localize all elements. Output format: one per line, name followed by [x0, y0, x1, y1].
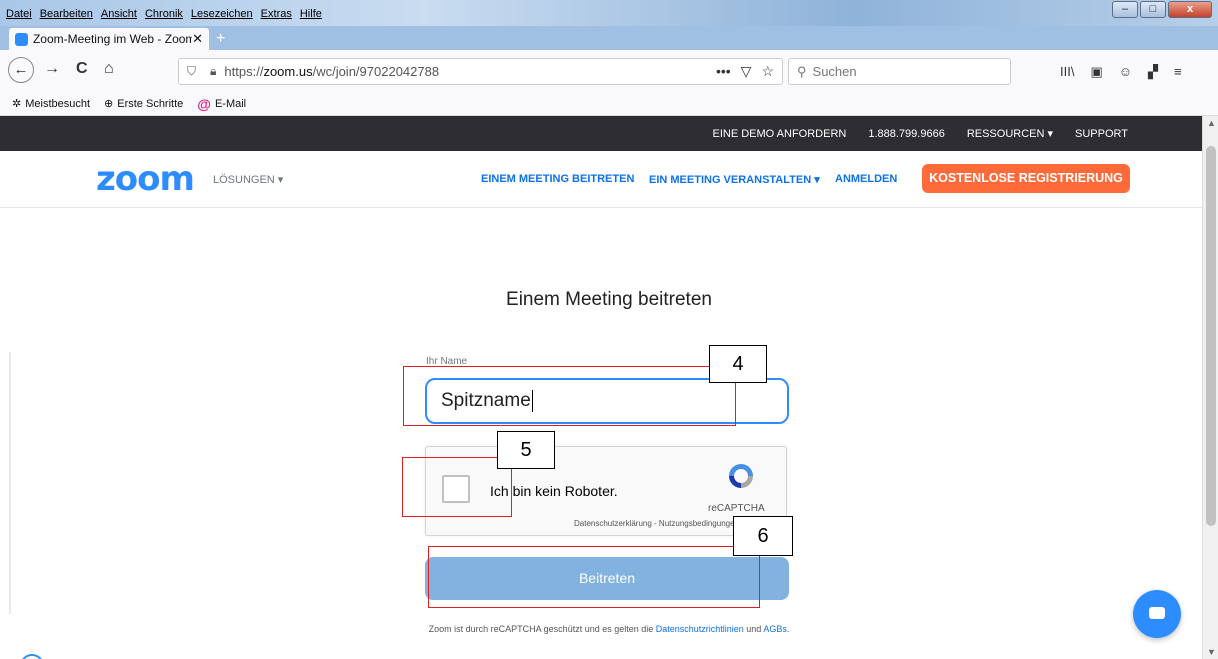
menu-bar: Datei Bearbeiten Ansicht Chronik Lesezei…: [6, 8, 322, 20]
globe-icon: ⊕: [104, 98, 114, 110]
library-icon[interactable]: III\: [1060, 64, 1074, 80]
zoom-page: EINE DEMO ANFORDERN 1.888.799.9666 RESSO…: [0, 116, 1202, 659]
search-placeholder: Suchen: [812, 64, 857, 79]
title-bar: Datei Bearbeiten Ansicht Chronik Lesezei…: [0, 0, 1218, 26]
window-controls: – □ x: [1112, 1, 1212, 18]
annotation-box-6: [428, 546, 760, 608]
lock-icon[interactable]: 🔒︎: [210, 64, 216, 79]
tab-zoom-meeting[interactable]: Zoom-Meeting im Web - Zoom ✕: [9, 28, 209, 50]
menu-chronik[interactable]: Chronik: [145, 8, 183, 20]
annotation-label-6: 6: [733, 516, 793, 556]
menu-bearbeiten[interactable]: Bearbeiten: [40, 8, 93, 20]
nav-toolbar: ← → C ⌂ ⛉ 🔒︎ https://zoom.us/wc/join/970…: [0, 50, 1218, 92]
tracking-shield-icon[interactable]: ⛉: [187, 64, 196, 79]
pocket-icon[interactable]: ▽: [741, 63, 752, 80]
minimize-button[interactable]: –: [1112, 1, 1138, 18]
new-tab-button[interactable]: +: [216, 30, 225, 48]
join-meeting-link[interactable]: EINEM MEETING BEITRETEN: [481, 173, 634, 185]
scrollbar-thumb[interactable]: [1206, 146, 1216, 526]
url-text[interactable]: https://zoom.us/wc/join/97022042788: [224, 64, 439, 79]
annotation-label-5: 5: [497, 431, 555, 469]
left-divider: [9, 352, 11, 614]
annotation-label-4: 4: [709, 345, 767, 383]
page-scrollbar[interactable]: ▲ ▼: [1202, 116, 1218, 659]
sign-in-link[interactable]: ANMELDEN: [835, 173, 897, 185]
bookmarks-bar: ✲ Meistbesucht ⊕ Erste Schritte @ E-Mail: [0, 92, 1218, 116]
reload-button[interactable]: C: [76, 60, 88, 78]
tab-strip: Zoom-Meeting im Web - Zoom ✕ +: [0, 26, 1218, 50]
legal-notice: Zoom ist durch reCAPTCHA geschützt und e…: [428, 624, 790, 634]
bookmark-meistbesucht[interactable]: ✲ Meistbesucht: [12, 97, 90, 111]
menu-datei[interactable]: Datei: [6, 8, 32, 20]
hamburger-menu-icon[interactable]: ≡: [1174, 64, 1182, 80]
recaptcha-logo-icon: [729, 464, 753, 488]
tab-title: Zoom-Meeting im Web - Zoom: [32, 32, 193, 46]
zoom-header: zoom LÖSUNGEN ▾ EINEM MEETING BEITRETEN …: [0, 151, 1202, 208]
terms-link[interactable]: AGBs: [763, 624, 787, 634]
url-bar[interactable]: ⛉ 🔒︎ https://zoom.us/wc/join/97022042788…: [178, 58, 783, 85]
resources-dropdown[interactable]: RESSOURCEN ▾: [967, 127, 1053, 140]
search-input[interactable]: ⚲ Suchen: [788, 58, 1011, 85]
search-icon: ⚲: [797, 63, 807, 79]
home-button[interactable]: ⌂: [104, 60, 114, 78]
close-tab-icon[interactable]: ✕: [192, 31, 203, 47]
extension-icon[interactable]: ▞: [1148, 64, 1158, 80]
zoom-logo[interactable]: zoom: [96, 159, 195, 199]
bookmark-star-icon[interactable]: ☆: [761, 63, 774, 80]
forward-button[interactable]: →: [44, 60, 60, 78]
annotation-box-5: [402, 457, 512, 517]
close-window-button[interactable]: x: [1168, 1, 1212, 18]
back-button[interactable]: ←: [8, 57, 34, 83]
sidebar-icon[interactable]: ▣: [1090, 64, 1102, 80]
chat-button[interactable]: [1133, 590, 1181, 638]
account-icon[interactable]: ☺: [1119, 64, 1132, 80]
sign-up-button[interactable]: KOSTENLOSE REGISTRIERUNG: [922, 164, 1130, 193]
privacy-link[interactable]: Datenschutzrichtlinien: [656, 624, 744, 634]
page-actions: ••• ▽ ☆: [716, 63, 774, 80]
menu-ansicht[interactable]: Ansicht: [101, 8, 137, 20]
scroll-up-icon[interactable]: ▲: [1207, 118, 1216, 128]
menu-lesezeichen[interactable]: Lesezeichen: [191, 8, 253, 20]
chat-bubble-icon: [1149, 607, 1165, 619]
phone-number: 1.888.799.9666: [868, 127, 945, 140]
menu-hilfe[interactable]: Hilfe: [300, 8, 322, 20]
request-demo-link[interactable]: EINE DEMO ANFORDERN: [712, 128, 846, 140]
scroll-down-icon[interactable]: ▼: [1207, 647, 1216, 657]
gear-icon: ✲: [12, 98, 22, 110]
maximize-button[interactable]: □: [1140, 1, 1166, 18]
recaptcha-brand: reCAPTCHA: [708, 503, 765, 514]
at-icon: @: [197, 95, 211, 112]
page-actions-menu-icon[interactable]: •••: [716, 63, 731, 80]
annotation-box-4: [403, 366, 736, 426]
zoom-top-nav: EINE DEMO ANFORDERN 1.888.799.9666 RESSO…: [0, 116, 1202, 151]
bookmark-email[interactable]: @ E-Mail: [197, 96, 246, 112]
menu-extras[interactable]: Extras: [261, 8, 292, 20]
solutions-dropdown[interactable]: LÖSUNGEN ▾: [213, 173, 283, 186]
zoom-favicon-icon: [15, 32, 28, 46]
browser-window: Datei Bearbeiten Ansicht Chronik Lesezei…: [0, 0, 1218, 659]
partial-circle-icon: [20, 654, 44, 659]
bookmark-erste-schritte[interactable]: ⊕ Erste Schritte: [104, 97, 183, 111]
toolbar-icons: III\ ▣ ☺ ▞ ≡: [1060, 64, 1182, 80]
host-meeting-dropdown[interactable]: EIN MEETING VERANSTALTEN ▾: [649, 173, 820, 186]
support-link[interactable]: SUPPORT: [1075, 128, 1128, 140]
page-title: Einem Meeting beitreten: [506, 289, 712, 310]
